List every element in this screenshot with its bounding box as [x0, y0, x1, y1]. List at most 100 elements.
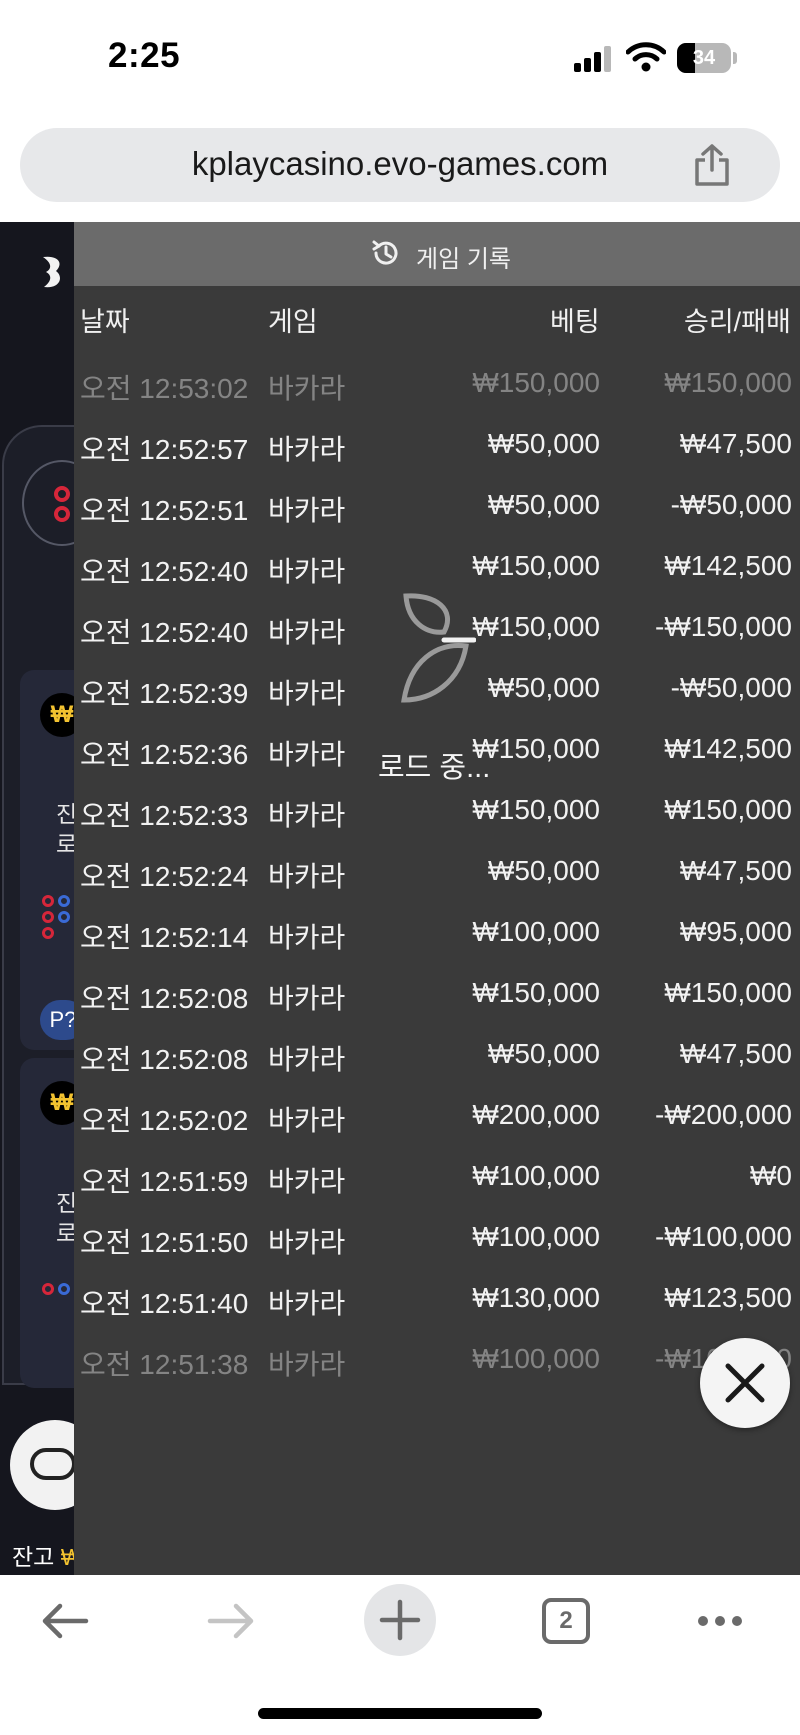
row-game: 바카라 [268, 800, 346, 831]
status-time: 2:25 [108, 36, 181, 75]
history-row[interactable]: 오전 12:51:59 바카라 ₩100,000 ₩0 [74, 1160, 800, 1221]
row-result: ₩150,000 [664, 367, 792, 398]
row-bet: ₩50,000 [487, 1038, 600, 1069]
history-row[interactable]: 오전 12:52:08 바카라 ₩50,000 ₩47,500 [74, 1038, 800, 1099]
row-time: 오전 12:52:36 [80, 739, 249, 770]
row-bet: ₩200,000 [472, 1099, 600, 1130]
row-result: ₩47,500 [679, 855, 792, 886]
row-time: 오전 12:52:02 [80, 1105, 249, 1136]
row-bet: ₩100,000 [472, 1221, 600, 1252]
row-game: 바카라 [268, 739, 346, 770]
row-game: 바카라 [268, 1349, 346, 1380]
row-time: 오전 12:52:24 [80, 861, 249, 892]
row-time: 오전 12:52:40 [80, 617, 249, 648]
row-game: 바카라 [268, 617, 346, 648]
chat-icon [30, 1448, 76, 1480]
home-indicator [258, 1708, 542, 1719]
row-result: ₩95,000 [679, 916, 792, 947]
forward-arrow-icon[interactable] [206, 1602, 256, 1640]
wifi-icon [626, 42, 666, 72]
history-title: 게임 기록 [416, 246, 511, 273]
url-text[interactable]: kplaycasino.evo-games.com [20, 145, 780, 183]
row-result: -₩150,000 [655, 611, 792, 642]
row-bet: ₩130,000 [472, 1282, 600, 1313]
history-row[interactable]: 오전 12:52:24 바카라 ₩50,000 ₩47,500 [74, 855, 800, 916]
row-time: 오전 12:51:38 [80, 1349, 249, 1380]
row-time: 오전 12:52:40 [80, 556, 249, 587]
row-result: ₩142,500 [664, 550, 792, 581]
history-row[interactable]: 오전 12:51:40 바카라 ₩130,000 ₩123,500 [74, 1282, 800, 1343]
row-game: 바카라 [268, 1227, 346, 1258]
history-row[interactable]: 오전 12:51:50 바카라 ₩100,000 -₩100,000 [74, 1221, 800, 1282]
row-bet: ₩150,000 [472, 367, 600, 398]
row-time: 오전 12:53:02 [80, 373, 249, 404]
history-row[interactable]: 오전 12:52:08 바카라 ₩150,000 ₩150,000 [74, 977, 800, 1038]
status-bar: 2:25 34 [0, 0, 800, 118]
row-result: ₩150,000 [664, 977, 792, 1008]
row-result: -₩50,000 [670, 489, 792, 520]
row-bet: ₩50,000 [487, 672, 600, 703]
evolution-logo-icon [43, 256, 60, 288]
row-result: ₩0 [750, 1160, 792, 1191]
more-icon[interactable] [696, 1614, 744, 1628]
row-game: 바카라 [268, 1044, 346, 1075]
row-game: 바카라 [268, 983, 346, 1014]
battery-icon: 34 [677, 43, 731, 73]
row-time: 오전 12:52:39 [80, 678, 249, 709]
row-result: ₩123,500 [664, 1282, 792, 1313]
row-game: 바카라 [268, 373, 346, 404]
row-time: 오전 12:52:14 [80, 922, 249, 953]
battery-tip [733, 52, 737, 64]
history-row[interactable]: 오전 12:52:57 바카라 ₩50,000 ₩47,500 [74, 428, 800, 489]
row-game: 바카라 [268, 1288, 346, 1319]
column-header-bet: 베팅 [550, 307, 600, 337]
row-result: -₩100,000 [655, 1221, 792, 1252]
loading-spinner-icon [401, 593, 476, 703]
row-game: 바카라 [268, 495, 346, 526]
balance-label: 잔고 [12, 1544, 55, 1570]
share-icon[interactable] [692, 144, 732, 188]
row-game: 바카라 [268, 861, 346, 892]
row-result: -₩200,000 [655, 1099, 792, 1130]
back-arrow-icon[interactable] [40, 1602, 90, 1640]
row-game: 바카라 [268, 922, 346, 953]
row-time: 오전 12:52:08 [80, 983, 249, 1014]
tabs-button[interactable]: 2 [542, 1598, 590, 1644]
history-row[interactable]: 오전 12:52:51 바카라 ₩50,000 -₩50,000 [74, 489, 800, 550]
row-game: 바카라 [268, 1105, 346, 1136]
red-bead [42, 927, 54, 939]
address-bar[interactable]: kplaycasino.evo-games.com [20, 128, 780, 202]
column-header-game: 게임 [268, 307, 318, 337]
row-time: 오전 12:51:50 [80, 1227, 249, 1258]
cellular-signal-icon [574, 46, 614, 72]
column-header-result: 승리/패배 [684, 307, 791, 337]
plus-icon [379, 1599, 421, 1641]
row-bet: ₩50,000 [487, 428, 600, 459]
history-row[interactable]: 오전 12:52:14 바카라 ₩100,000 ₩95,000 [74, 916, 800, 977]
row-result: ₩47,500 [679, 428, 792, 459]
history-row[interactable]: 오전 12:52:33 바카라 ₩150,000 ₩150,000 [74, 794, 800, 855]
battery-level: 34 [692, 47, 716, 69]
history-row[interactable]: 오전 12:53:02 바카라 ₩150,000 ₩150,000 [74, 367, 800, 428]
red-bead [42, 1283, 54, 1295]
row-time: 오전 12:52:57 [80, 434, 249, 465]
close-icon [725, 1363, 765, 1403]
red-bead [54, 486, 70, 502]
history-row[interactable]: 오전 12:51:38 바카라 ₩100,000 -₩100,000 [74, 1343, 800, 1404]
blue-bead [58, 1283, 70, 1295]
new-tab-button[interactable] [364, 1584, 436, 1656]
history-row[interactable]: 오전 12:52:02 바카라 ₩200,000 -₩200,000 [74, 1099, 800, 1160]
column-header-date: 날짜 [80, 307, 130, 337]
row-bet: ₩150,000 [472, 977, 600, 1008]
row-time: 오전 12:51:59 [80, 1166, 249, 1197]
blue-bead [58, 911, 70, 923]
row-result: ₩142,500 [664, 733, 792, 764]
row-bet: ₩100,000 [472, 916, 600, 947]
close-button[interactable] [700, 1338, 790, 1428]
red-bead [54, 506, 70, 522]
row-bet: ₩50,000 [487, 489, 600, 520]
history-icon [372, 240, 398, 265]
row-bet: ₩150,000 [472, 611, 600, 642]
row-result: -₩50,000 [670, 672, 792, 703]
row-bet: ₩50,000 [487, 855, 600, 886]
